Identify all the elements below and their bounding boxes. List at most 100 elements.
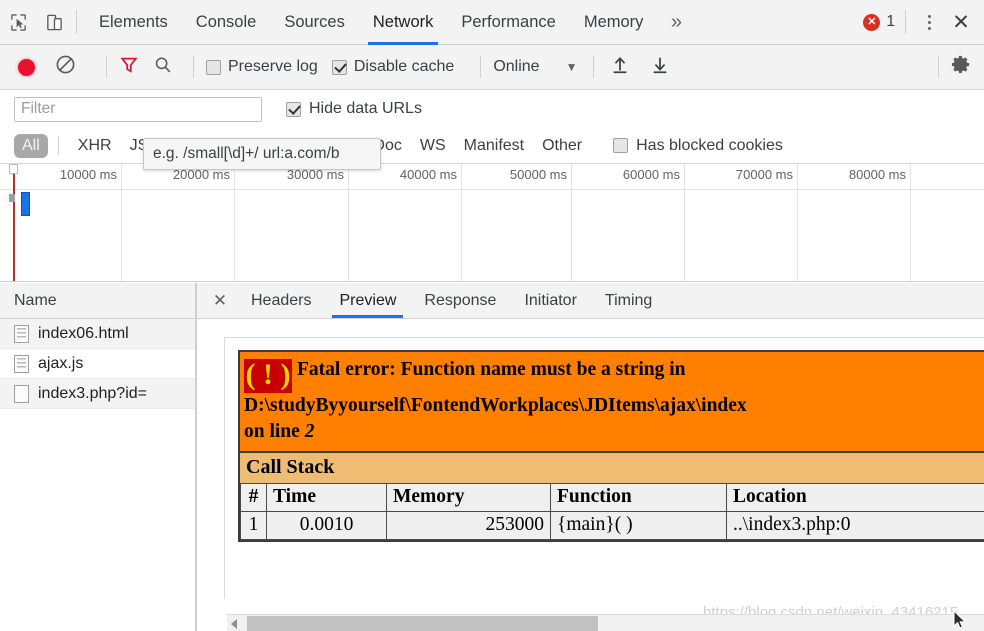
search-magnifier-icon[interactable] <box>153 55 173 80</box>
chevron-down-icon: ▼ <box>565 60 578 74</box>
php-error-line-2: D:\studyByyourself\FontendWorkplaces\JDI… <box>244 395 747 416</box>
clear-icon[interactable] <box>55 54 76 80</box>
has-blocked-cookies-label: Has blocked cookies <box>636 136 783 154</box>
record-button[interactable] <box>18 58 35 76</box>
mouse-cursor-icon <box>953 609 967 631</box>
scroll-left-arrow-icon[interactable] <box>231 619 237 629</box>
import-har-icon[interactable] <box>610 55 630 80</box>
filter-funnel-icon[interactable] <box>119 55 139 80</box>
table-row[interactable]: index06.html <box>0 319 195 349</box>
device-toolbar-icon[interactable] <box>36 2 72 42</box>
disable-cache-box-icon <box>331 59 347 75</box>
network-overview-timeline[interactable]: 10000 ms 20000 ms 30000 ms 40000 ms 5000… <box>0 164 984 282</box>
timeline-tick: 60000 ms <box>623 164 685 281</box>
request-name: index3.php?id= <box>38 384 147 402</box>
table-row[interactable]: ajax.js <box>0 349 195 379</box>
hide-data-urls-checkbox[interactable]: Hide data URLs <box>286 100 422 118</box>
type-filter-other[interactable]: Other <box>533 137 591 155</box>
timeline-selection-handle[interactable] <box>9 164 18 174</box>
call-stack-memory: 253000 <box>386 511 551 540</box>
column-header-location: Location <box>726 483 984 512</box>
preserve-log-box-icon <box>206 59 221 75</box>
column-header-time: Time <box>266 483 387 512</box>
tab-sources[interactable]: Sources <box>270 0 359 45</box>
tab-performance[interactable]: Performance <box>447 0 569 45</box>
inspect-cursor-icon[interactable] <box>0 2 36 42</box>
gear-icon[interactable] <box>951 54 972 80</box>
tab-elements[interactable]: Elements <box>85 0 182 45</box>
panel-tabs: Elements Console Sources Network Perform… <box>85 0 695 45</box>
filter-row: Hide data URLs <box>0 90 984 128</box>
timeline-selection-grip[interactable] <box>9 194 15 202</box>
preserve-log-checkbox[interactable]: Preserve log <box>206 58 318 76</box>
type-divider <box>57 136 59 155</box>
tab-preview[interactable]: Preview <box>325 283 410 318</box>
request-detail-pane: ✕ Headers Preview Response Initiator Tim… <box>197 283 984 631</box>
close-detail-icon[interactable]: ✕ <box>203 283 237 318</box>
network-split-pane: Name index06.html ajax.js index3.php?id=… <box>0 283 984 631</box>
topbar-right-controls: ✕ 1 ✕ <box>857 0 984 45</box>
timeline-tick-label: 40000 ms <box>399 167 457 182</box>
timeline-tick-label: 80000 ms <box>848 167 906 182</box>
close-icon[interactable]: ✕ <box>944 0 978 45</box>
export-har-icon[interactable] <box>650 55 670 80</box>
devtools-top-toolbar: Elements Console Sources Network Perform… <box>0 0 984 45</box>
document-icon <box>14 354 29 373</box>
toolbar2-divider-1 <box>106 56 107 78</box>
preview-panel: ( ! ) Fatal error: Function name must be … <box>197 319 984 631</box>
error-count-badge[interactable]: ✕ 1 <box>857 13 901 31</box>
type-filter-ws[interactable]: WS <box>411 137 455 155</box>
vertical-dots-icon[interactable] <box>914 0 944 45</box>
has-blocked-cookies-checkbox[interactable]: Has blocked cookies <box>613 137 783 155</box>
tab-timing[interactable]: Timing <box>591 283 666 318</box>
more-tabs-chevron-icon[interactable]: » <box>657 0 695 45</box>
throttling-value: Online <box>493 58 540 75</box>
timeline-tick-label: 50000 ms <box>509 167 567 182</box>
tab-response[interactable]: Response <box>410 283 510 318</box>
tab-preview-label: Preview <box>339 291 397 309</box>
php-error-message: ( ! ) Fatal error: Function name must be … <box>240 352 984 451</box>
php-error-line-1: Fatal error: Function name must be a str… <box>297 359 686 380</box>
preview-iframe: ( ! ) Fatal error: Function name must be … <box>224 337 984 599</box>
timeline-selection-edge[interactable] <box>13 164 15 281</box>
throttling-dropdown[interactable]: Online ▼ <box>493 58 577 76</box>
tab-console-label: Console <box>195 12 257 31</box>
pane-splitter[interactable] <box>196 283 197 631</box>
timeline-tick: 50000 ms <box>510 164 572 281</box>
timeline-tick: 10000 ms <box>60 164 122 281</box>
tab-performance-label: Performance <box>461 12 556 31</box>
tab-timing-label: Timing <box>604 291 653 309</box>
call-stack-num: 1 <box>240 511 267 540</box>
devtools-window: Elements Console Sources Network Perform… <box>0 0 984 631</box>
tab-initiator[interactable]: Initiator <box>510 283 590 318</box>
hide-data-urls-label: Hide data URLs <box>309 100 422 117</box>
tab-initiator-label: Initiator <box>524 291 577 309</box>
tab-network-label: Network <box>372 12 434 31</box>
disable-cache-checkbox[interactable]: Disable cache <box>331 58 455 76</box>
call-stack-location: ..\index3.php:0 <box>726 511 984 540</box>
call-stack-function: {main}( ) <box>550 511 727 540</box>
tab-headers-label: Headers <box>251 291 312 309</box>
php-error-line-3-prefix: on line <box>244 421 305 442</box>
horizontal-scrollbar[interactable] <box>227 614 984 631</box>
tab-memory[interactable]: Memory <box>570 0 658 45</box>
toolbar2-divider-4 <box>593 56 595 78</box>
tab-sources-label: Sources <box>284 12 345 31</box>
type-filter-xhr[interactable]: XHR <box>69 137 121 155</box>
search-input[interactable] <box>14 96 262 122</box>
scrollbar-thumb[interactable] <box>247 616 598 631</box>
tab-elements-label: Elements <box>99 12 168 31</box>
php-error-line-number: 2 <box>304 421 315 442</box>
type-filter-all[interactable]: All <box>14 133 48 158</box>
timeline-request-bar[interactable] <box>21 192 30 216</box>
tab-network[interactable]: Network <box>359 0 448 45</box>
type-filter-manifest[interactable]: Manifest <box>455 137 533 155</box>
table-row[interactable]: index3.php?id= <box>0 379 195 409</box>
error-count-value: 1 <box>886 13 895 30</box>
tab-console[interactable]: Console <box>182 0 271 45</box>
request-list-header[interactable]: Name <box>0 283 195 319</box>
timeline-tick: 20000 ms <box>173 164 235 281</box>
tab-headers[interactable]: Headers <box>237 283 325 318</box>
tab-response-label: Response <box>424 291 497 309</box>
disable-cache-label: Disable cache <box>353 58 455 75</box>
